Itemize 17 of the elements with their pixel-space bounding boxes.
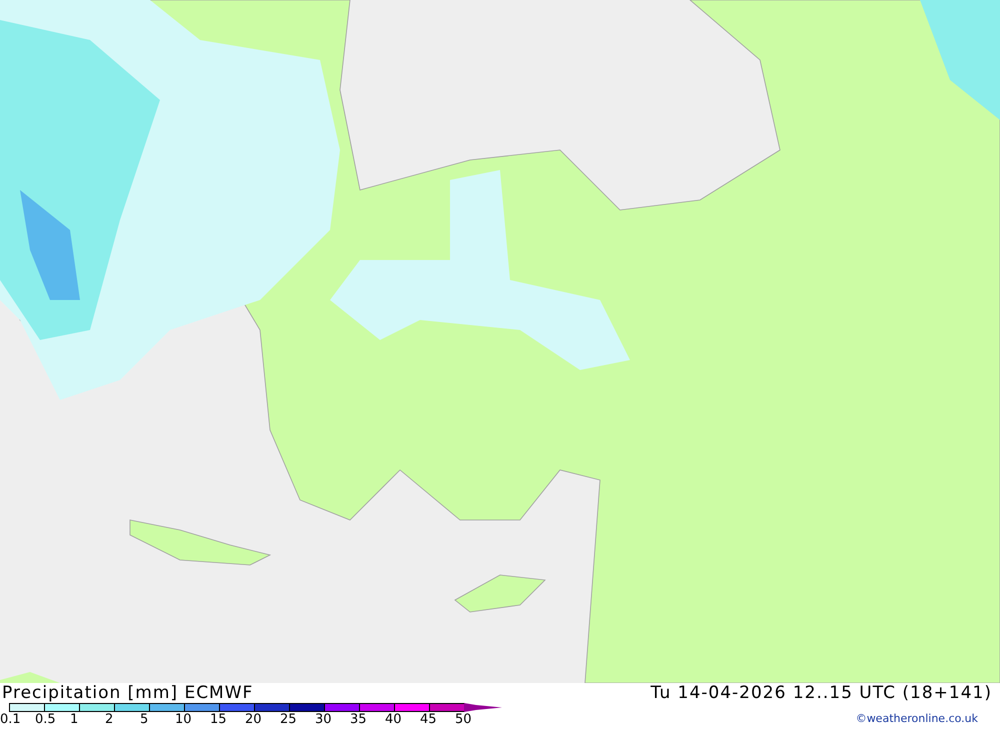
legend-tick-label: 0.1: [0, 712, 22, 728]
legend-tick-label: 35: [350, 712, 368, 728]
legend-tick-label: 40: [385, 712, 403, 728]
valid-time: Tu 14-04-2026 12..15 UTC (18+141): [650, 683, 992, 703]
legend-tick-label: 30: [315, 712, 333, 728]
legend-tick-label: 2: [105, 712, 114, 728]
legend-tick-label: 50: [455, 712, 473, 728]
legend-tick-label: 15: [210, 712, 228, 728]
legend-tick-label: 5: [140, 712, 150, 728]
legend-tick-label: 0.5: [35, 712, 57, 728]
legend-tick-label: 25: [280, 712, 298, 728]
legend-tick-label: 20: [245, 712, 263, 728]
chart-title: Precipitation [mm] ECMWF: [2, 683, 254, 703]
legend-tick-label: 45: [420, 712, 438, 728]
legend-tick-label: 1: [70, 712, 80, 728]
legend-tick-label: 10: [175, 712, 193, 728]
credit-link[interactable]: ©weatheronline.co.uk: [856, 712, 978, 726]
